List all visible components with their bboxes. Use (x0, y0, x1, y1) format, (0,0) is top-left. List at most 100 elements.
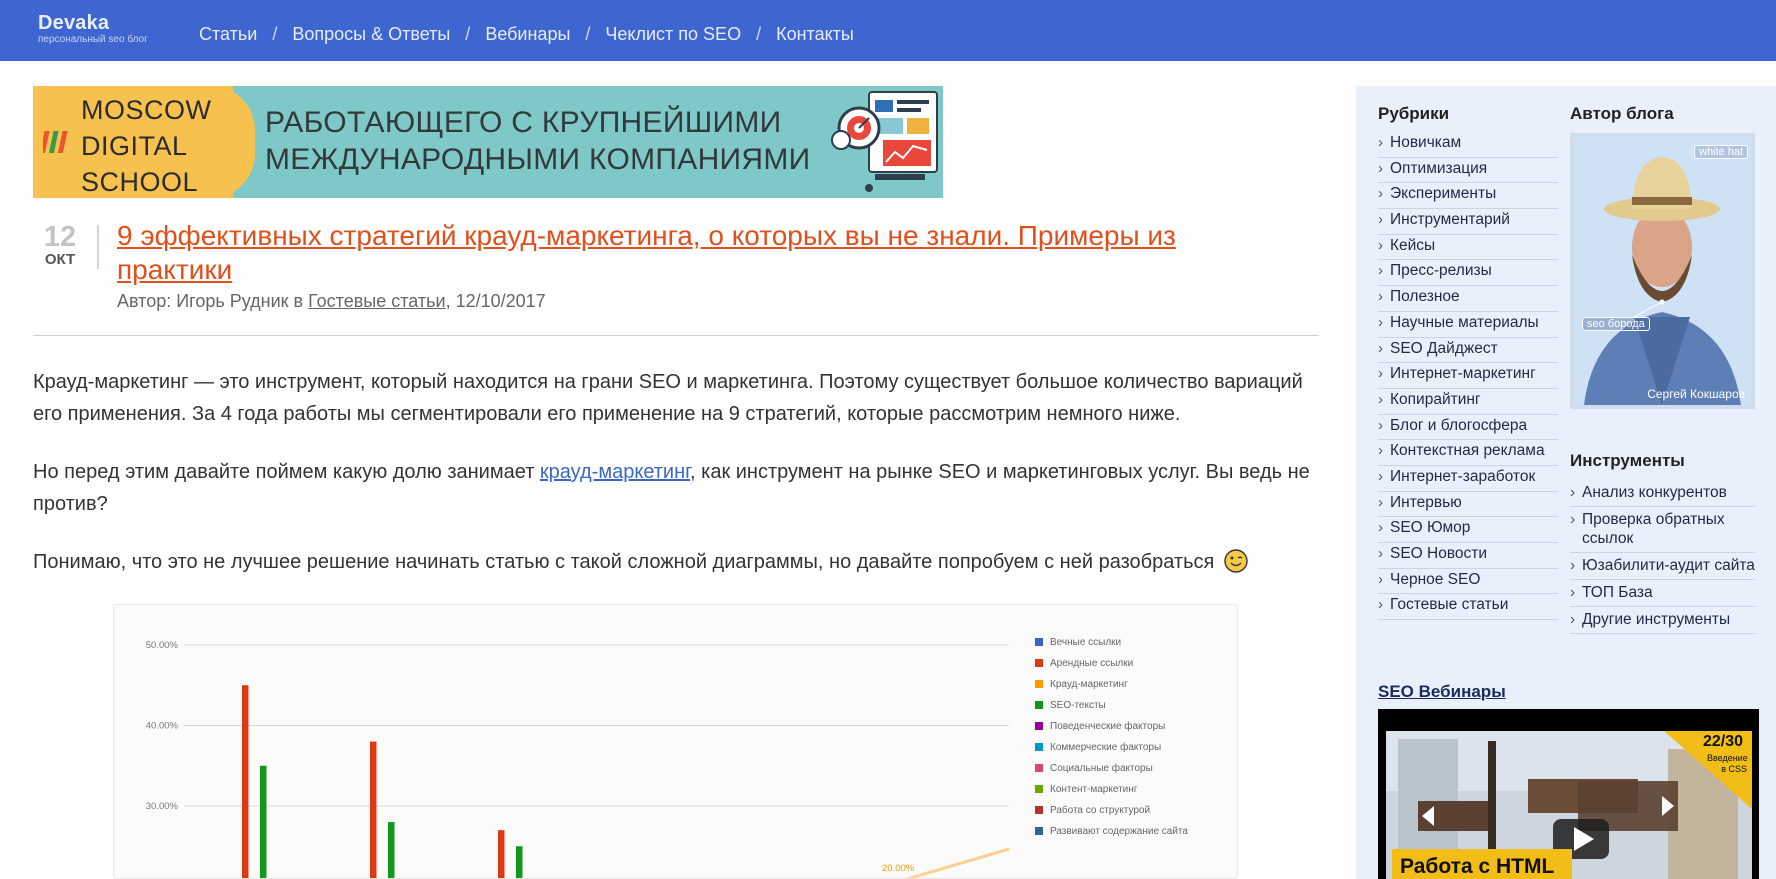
chart-legend-swatch (1035, 680, 1043, 688)
logo-subtitle: персональный seo блог (38, 34, 148, 45)
chart-legend-label: Социальные факторы (1050, 762, 1153, 774)
ad-banner[interactable]: MOSCOW DIGITAL SCHOOL РАБОТАЮЩЕГО С КРУП… (33, 86, 943, 198)
nav-link-articles[interactable]: Статьи (199, 24, 257, 45)
post-meta: Автор: Игорь Рудник в Гостевые статьи, 1… (117, 291, 546, 312)
nav-link-qa[interactable]: Вопросы & Ответы (292, 24, 450, 45)
rubric-link[interactable]: SEO Новости (1378, 543, 1558, 569)
chart-legend-label: SEO-тексты (1050, 700, 1106, 711)
rubric-link[interactable]: Черное SEO (1378, 569, 1558, 595)
video-lesson-counter: 22/30 (1702, 733, 1743, 750)
rubric-link[interactable]: Интернет-маркетинг (1378, 363, 1558, 389)
chart-legend-swatch (1035, 659, 1043, 667)
chart-legend-label: Развивают содержание сайта (1050, 826, 1188, 837)
rubric-link[interactable]: Контекстная реклама (1378, 440, 1558, 466)
author-heading: Автор блога (1570, 104, 1674, 123)
paragraph-text: Понимаю, что это не лучшее решение начин… (33, 551, 1215, 573)
tools-heading: Инструменты (1570, 451, 1685, 470)
rubric-link[interactable]: Новичкам (1378, 132, 1558, 158)
market-share-chart: 50.00% 40.00% 30.00% 20.00% Вечные ссылки Аре… (113, 604, 1238, 879)
rubric-link[interactable]: SEO Дайджест (1378, 338, 1558, 364)
rubric-link[interactable]: SEO Юмор (1378, 517, 1558, 543)
chart-y-tick-label: 50.00% (146, 640, 179, 651)
rubric-link[interactable]: Интервью (1378, 492, 1558, 518)
webinar-video-player[interactable]: 22/30 Введение в CSS Работа с HTML (1378, 709, 1759, 879)
tool-link[interactable]: ТОП База (1570, 580, 1755, 607)
chart-legend-label: Коммерческие факторы (1050, 741, 1161, 753)
rubric-link[interactable]: Научные материалы (1378, 312, 1558, 338)
chart-legend-label: Поведенческие факторы (1050, 720, 1165, 732)
rubric-link[interactable]: Оптимизация (1378, 158, 1558, 184)
banner-logo-line: SCHOOL (81, 167, 199, 197)
author-photo[interactable]: white hat seo борода Сергей Кокшаров (1570, 133, 1755, 409)
paragraph-question: Но перед этим давайте поймем какую долю … (33, 456, 1323, 520)
nav-separator: / (756, 24, 762, 44)
date-divider (97, 225, 99, 269)
school-logo-icon (43, 131, 68, 153)
post-category-link[interactable]: Гостевые статьи (308, 291, 445, 311)
rubric-link[interactable]: Интернет-заработок (1378, 466, 1558, 492)
nav-link-webinars[interactable]: Вебинары (485, 24, 570, 45)
author-tag-white-hat: white hat (1694, 145, 1749, 159)
tool-link[interactable]: Юзабилити-аудит сайта (1570, 553, 1755, 580)
tool-link[interactable]: Анализ конкурентов (1570, 480, 1755, 507)
nav-link-seo-checklist[interactable]: Чеклист по SEO (605, 24, 741, 45)
nav-separator: / (585, 24, 591, 44)
rubric-link[interactable]: Копирайтинг (1378, 389, 1558, 415)
rubric-link[interactable]: Инструментарий (1378, 209, 1558, 235)
seo-webinars-heading-link[interactable]: SEO Вебинары (1378, 682, 1506, 702)
chart-legend-swatch (1035, 638, 1043, 646)
tool-link[interactable]: Проверка обратных ссылок (1570, 507, 1755, 553)
chart-canvas: 50.00% 40.00% 30.00% 20.00% Вечные ссылки Аре… (146, 637, 1188, 878)
paragraph-intro: Крауд-маркетинг — это инструмент, которы… (33, 371, 1303, 425)
author-tag-seo-beard: seo борода (1582, 317, 1650, 331)
post-date-day: 12 (43, 221, 77, 253)
rubric-link[interactable]: Гостевые статьи (1378, 594, 1558, 621)
chart-legend-swatch (1035, 785, 1043, 793)
chart-legend-swatch (1035, 827, 1043, 835)
chart-y-tick-label: 30.00% (146, 801, 179, 812)
paragraph-diagram-intro: Понимаю, что это не лучшее решение начин… (33, 546, 1323, 578)
chart-legend-swatch (1035, 806, 1043, 814)
wink-emoji-icon (1224, 549, 1248, 573)
chart-legend-swatch (1035, 722, 1043, 730)
rubric-link[interactable]: Полезное (1378, 286, 1558, 312)
chart-legend-swatch (1035, 743, 1043, 751)
rubrics-list: НовичкамОптимизацияЭкспериментыИнструмен… (1378, 132, 1558, 621)
post-date-text: , 12/10/2017 (445, 291, 546, 311)
rubric-link[interactable]: Кейсы (1378, 235, 1558, 261)
nav-separator: / (272, 24, 278, 44)
chart-legend-swatch (1035, 701, 1043, 709)
nav-separator: / (465, 24, 471, 44)
rubric-link[interactable]: Эксперименты (1378, 183, 1558, 210)
top-navigation-bar: Devaka персональный seo блог Статьи / Во… (0, 0, 1776, 61)
chart-legend-swatch (1035, 764, 1043, 772)
chart-legend-label: Вечные ссылки (1050, 637, 1121, 648)
post-author: Автор: Игорь Рудник в (117, 291, 304, 311)
rubrics-heading: Рубрики (1378, 104, 1450, 123)
chart-trend-line (905, 847, 1010, 878)
chart-bar (260, 765, 267, 878)
chart-bar (370, 741, 377, 878)
chart-legend-label: Контент-маркетинг (1050, 784, 1138, 795)
crowd-marketing-link[interactable]: крауд-маркетинг (540, 461, 690, 483)
nav-link-contacts[interactable]: Контакты (776, 24, 854, 45)
chart-data-label: 20.00% (882, 863, 915, 874)
chart-bar (498, 830, 505, 878)
tools-list: Анализ конкурентовПроверка обратных ссыл… (1570, 480, 1755, 634)
banner-text-line: РАБОТАЮЩЕГО С КРУПНЕЙШИМИ (265, 106, 782, 139)
logo-title[interactable]: Devaka (38, 12, 148, 35)
post-date-month: ОКТ (44, 251, 76, 268)
paragraph-text: Но перед этим давайте поймем какую долю … (33, 461, 540, 483)
banner-text-line: МЕЖДУНАРОДНЫМИ КОМПАНИЯМИ (265, 143, 811, 176)
chart-bar (516, 846, 523, 878)
main-nav: Статьи / Вопросы & Ответы / Вебинары / Ч… (199, 24, 854, 45)
video-topic-badge: Введение в CSS (1707, 753, 1748, 774)
post-title-link[interactable]: 9 эффективных стратегий крауд-маркетинга… (117, 219, 1267, 287)
site-logo[interactable]: Devaka персональный seo блог (38, 12, 148, 45)
chart-bar (388, 822, 395, 878)
tool-link[interactable]: Другие инструменты (1570, 607, 1755, 634)
rubric-link[interactable]: Пресс-релизы (1378, 260, 1558, 287)
rubric-link[interactable]: Блог и блогосфера (1378, 415, 1558, 441)
post-header-divider (33, 335, 1319, 336)
video-thumbnail-image (1378, 709, 1759, 879)
